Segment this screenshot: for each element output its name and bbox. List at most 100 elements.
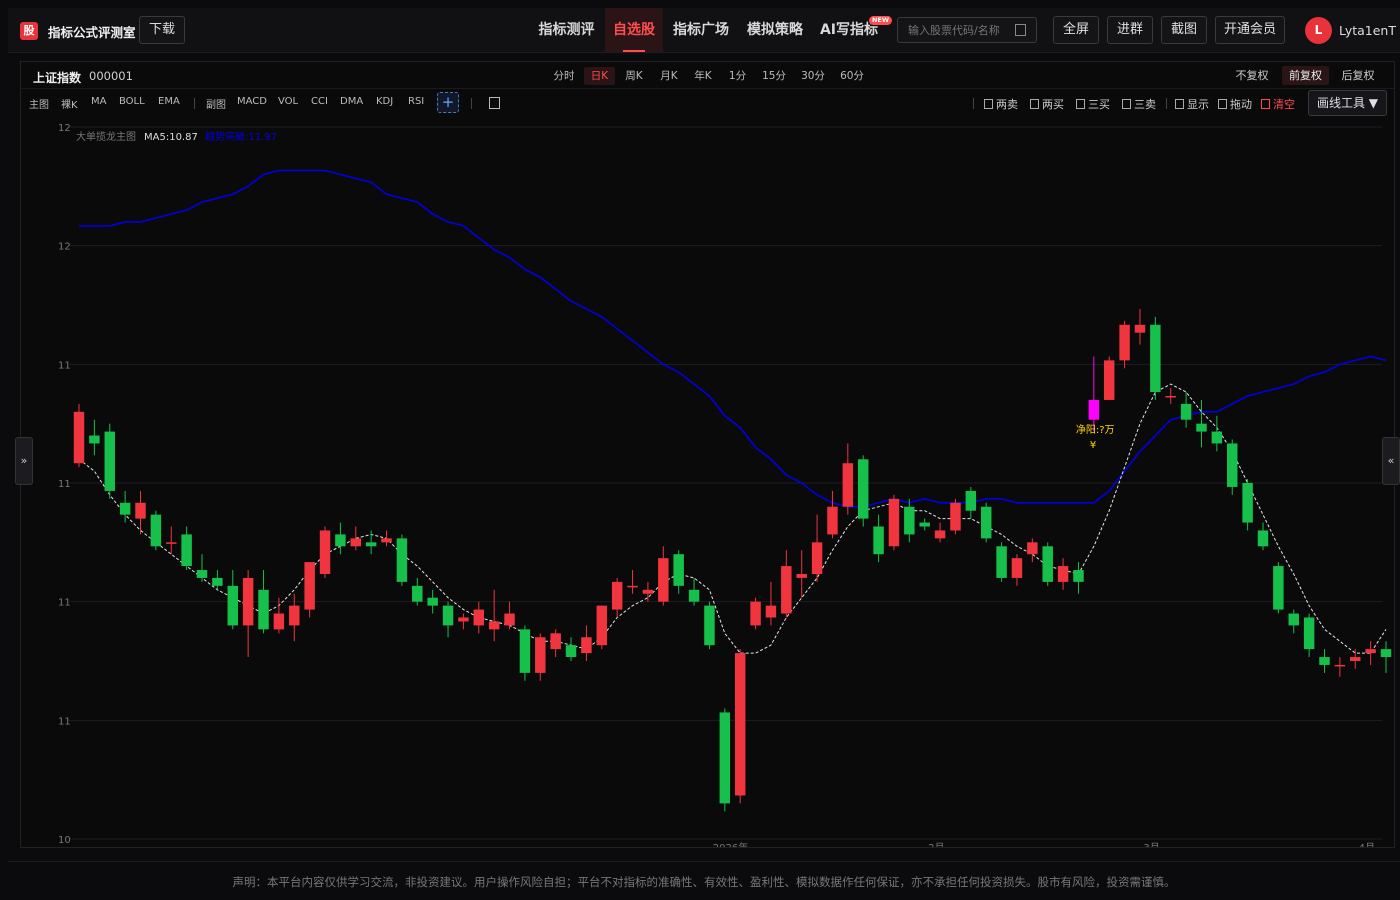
period-yearly[interactable]: 年K [688, 67, 718, 85]
period-30min[interactable]: 30分 [797, 67, 829, 85]
indicator-main[interactable]: 主图 [29, 96, 49, 111]
adjust-forward[interactable]: 前复权 [1282, 66, 1329, 85]
divider [471, 98, 472, 109]
candle-body [1303, 617, 1315, 650]
trend-line [79, 169, 1387, 508]
candle-body [704, 605, 715, 646]
indicator-macd[interactable]: MACD [237, 96, 267, 107]
candle-body [196, 570, 208, 578]
adjust-backward[interactable]: 后复权 [1337, 66, 1379, 85]
y-tick-label: 11 [58, 716, 71, 727]
candlestick-chart[interactable]: 12 12 11 11 11 11 10 2026年 2月 3月 4月 大单揽龙主图 MA5:10.87… [21, 117, 1394, 847]
nav-item-sim-strategy[interactable]: 模拟策略 [742, 8, 808, 52]
candle-body [888, 498, 900, 547]
search-clear-icon[interactable] [1015, 24, 1026, 36]
tool-two-sell[interactable]: 两卖 [984, 96, 1018, 112]
adjust-none[interactable]: 不复权 [1231, 66, 1273, 85]
active-tab-underline [623, 50, 645, 52]
indicator-settings-icon[interactable] [489, 97, 500, 109]
screenshot-button[interactable]: 截图 [1161, 16, 1207, 44]
add-indicator-button[interactable]: + [437, 92, 459, 113]
candle-body [857, 459, 869, 519]
candle-body [519, 629, 531, 673]
candle-body [581, 637, 592, 654]
candle-body [1027, 542, 1038, 555]
membership-button[interactable]: 开通会员 [1215, 16, 1285, 44]
period-monthly[interactable]: 月K [654, 67, 684, 85]
candle-body [734, 653, 746, 796]
tool-two-buy[interactable]: 两买 [1030, 96, 1064, 112]
indicator-dma[interactable]: DMA [340, 96, 363, 107]
candle-body [335, 534, 346, 547]
indicator-rsi[interactable]: RSI [408, 96, 424, 107]
indicator-vol[interactable]: VOL [278, 96, 298, 107]
candle-body [289, 605, 300, 626]
candle-body [965, 490, 977, 511]
tool-three-buy[interactable]: 三买 [1076, 96, 1110, 112]
candle-body [1180, 403, 1192, 420]
candle-body [688, 589, 700, 602]
candle-body [1103, 360, 1115, 400]
period-60min[interactable]: 60分 [836, 67, 868, 85]
tool-show[interactable]: 显示 [1175, 96, 1209, 112]
candle-body [89, 435, 100, 444]
legend-ma5: MA5:10.87 [144, 132, 198, 143]
candle-body [273, 613, 285, 630]
divider [194, 98, 195, 109]
period-15min[interactable]: 15分 [758, 67, 790, 85]
y-tick-label: 12 [58, 123, 71, 134]
candle-body [212, 577, 223, 586]
tool-drag[interactable]: 拖动 [1218, 96, 1252, 112]
candle-body [596, 605, 608, 646]
candle-body [1334, 664, 1346, 667]
indicator-ema[interactable]: EMA [158, 96, 180, 107]
candle-body [673, 554, 684, 586]
indicator-boll[interactable]: BOLL [119, 96, 145, 107]
period-daily[interactable]: 日K [584, 67, 615, 85]
candle-body [150, 514, 162, 547]
period-timeshare[interactable]: 分时 [549, 67, 579, 85]
nav-item-indicator-review[interactable]: 指标测评 [528, 8, 605, 52]
chart-panel: 上证指数 000001 分时 日K 周K 月K 年K 1分 15分 30分 60… [20, 61, 1395, 848]
tool-clear[interactable]: 清空 [1261, 96, 1295, 112]
candle-body [565, 645, 577, 658]
download-button[interactable]: 下载 [139, 16, 185, 44]
disclaimer-footer: 声明：本平台内容仅供学习交流，非投资建议。用户操作风险自担；平台不对指标的准确性… [8, 861, 1400, 900]
y-tick-label: 12 [58, 242, 71, 253]
candle-body [1227, 443, 1238, 487]
candle-body [1134, 324, 1146, 333]
tool-three-sell[interactable]: 三卖 [1122, 96, 1156, 112]
nav-item-watchlist[interactable]: 自选股 [605, 8, 663, 52]
x-tick-label: 2月 [928, 842, 944, 847]
indicator-kdj[interactable]: KDJ [376, 96, 393, 107]
candle-body [1073, 570, 1084, 582]
candle-body [781, 566, 792, 614]
candle-body [442, 605, 454, 626]
nav-item-indicator-square[interactable]: 指标广场 [668, 8, 734, 52]
indicator-naked-k[interactable]: 裸K [61, 96, 78, 111]
x-tick-label: 2026年 [713, 841, 748, 847]
candle-body [919, 522, 930, 527]
checkbox-icon [1076, 99, 1085, 109]
candle-body [166, 542, 177, 544]
join-group-button[interactable]: 进群 [1107, 16, 1153, 44]
checkbox-icon [1030, 99, 1039, 109]
x-tick-label: 3月 [1143, 842, 1159, 847]
avatar[interactable]: L [1305, 17, 1332, 44]
candle-body [980, 506, 992, 539]
drawing-tools-dropdown[interactable]: 画线工具 ▼ [1308, 90, 1387, 116]
collapse-left-button[interactable]: » [15, 437, 33, 485]
annotation-label: 净阳:?万 [1076, 423, 1115, 436]
indicator-sub[interactable]: 副图 [206, 96, 226, 111]
candle-body [719, 712, 731, 804]
y-tick-label: 11 [58, 479, 71, 490]
nav-item-ai-indicator[interactable]: AI写指标 NEW [816, 8, 892, 52]
period-weekly[interactable]: 周K [619, 67, 649, 85]
expand-right-button[interactable]: « [1382, 437, 1400, 485]
username[interactable]: Lyta1enT [1339, 23, 1396, 38]
indicator-cci[interactable]: CCI [311, 96, 328, 107]
period-1min[interactable]: 1分 [724, 67, 751, 85]
fullscreen-button[interactable]: 全屏 [1053, 16, 1099, 44]
indicator-ma[interactable]: MA [91, 96, 106, 107]
ma5-line [78, 383, 1387, 654]
